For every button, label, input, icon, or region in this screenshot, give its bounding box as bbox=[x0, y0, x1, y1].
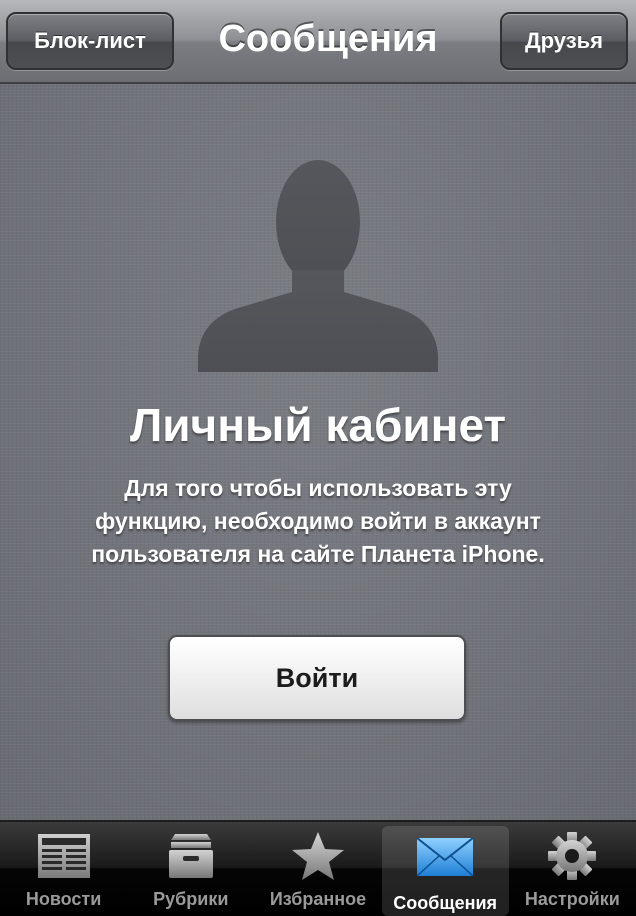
archive-box-icon bbox=[168, 834, 213, 878]
page-title: Сообщения bbox=[218, 18, 438, 60]
tab-rubrics[interactable]: Рубрики bbox=[127, 822, 254, 916]
tab-label: Настройки bbox=[524, 889, 620, 909]
tab-news[interactable]: Новости bbox=[0, 822, 127, 916]
section-heading: Личный кабинет bbox=[130, 399, 506, 451]
tab-bar: Новости Рубрики Избранное Сообщения Наст… bbox=[0, 820, 636, 916]
tab-messages[interactable]: Сообщения bbox=[381, 826, 509, 916]
envelope-icon bbox=[416, 837, 474, 877]
navigation-bar: Блок-лист Сообщения Друзья bbox=[0, 0, 636, 84]
tab-label: Сообщения bbox=[393, 893, 498, 913]
login-button[interactable]: Войти bbox=[168, 635, 466, 721]
newspaper-icon bbox=[37, 834, 90, 878]
friends-button[interactable]: Друзья bbox=[500, 12, 628, 70]
gear-icon bbox=[548, 832, 597, 880]
tab-label: Рубрики bbox=[153, 889, 229, 909]
login-description: Для того чтобы использовать эту функцию,… bbox=[91, 475, 545, 567]
person-silhouette-icon bbox=[198, 160, 438, 372]
star-icon bbox=[291, 832, 344, 880]
tab-settings[interactable]: Настройки bbox=[509, 822, 636, 916]
tab-favorites[interactable]: Избранное bbox=[254, 822, 381, 916]
block-list-button[interactable]: Блок-лист bbox=[6, 12, 174, 70]
tab-label: Избранное bbox=[269, 889, 367, 909]
tab-label: Новости bbox=[25, 889, 102, 909]
login-prompt-panel: Личный кабинет Для того чтобы использова… bbox=[0, 84, 636, 820]
